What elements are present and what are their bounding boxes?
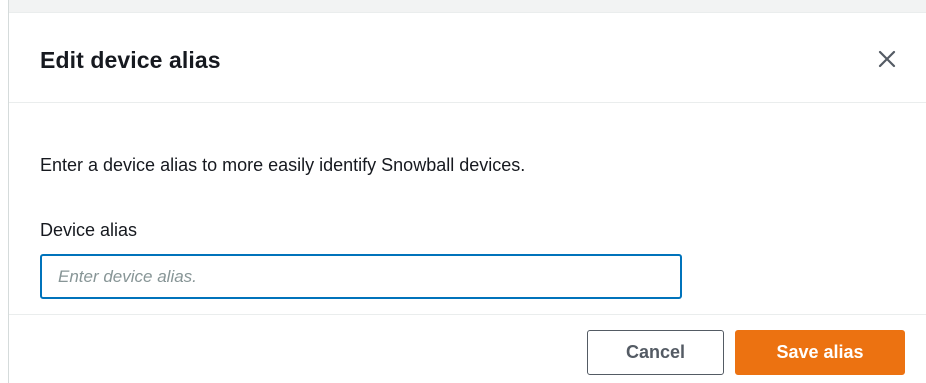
close-icon — [878, 50, 896, 68]
edit-device-alias-modal: Edit device alias Enter a device alias t… — [9, 12, 926, 383]
device-alias-input[interactable] — [40, 254, 682, 299]
modal-footer: Cancel Save alias — [9, 315, 926, 383]
save-alias-button[interactable]: Save alias — [735, 330, 905, 375]
page: Edit device alias Enter a device alias t… — [0, 0, 926, 383]
modal-description: Enter a device alias to more easily iden… — [40, 155, 526, 175]
modal-header: Edit device alias — [9, 13, 926, 103]
modal-body: Enter a device alias to more easily iden… — [9, 103, 926, 315]
modal-title: Edit device alias — [40, 47, 221, 73]
close-button[interactable] — [875, 47, 899, 71]
device-alias-label: Device alias — [40, 220, 138, 240]
cancel-button[interactable]: Cancel — [587, 330, 724, 375]
background-edge — [0, 0, 9, 383]
